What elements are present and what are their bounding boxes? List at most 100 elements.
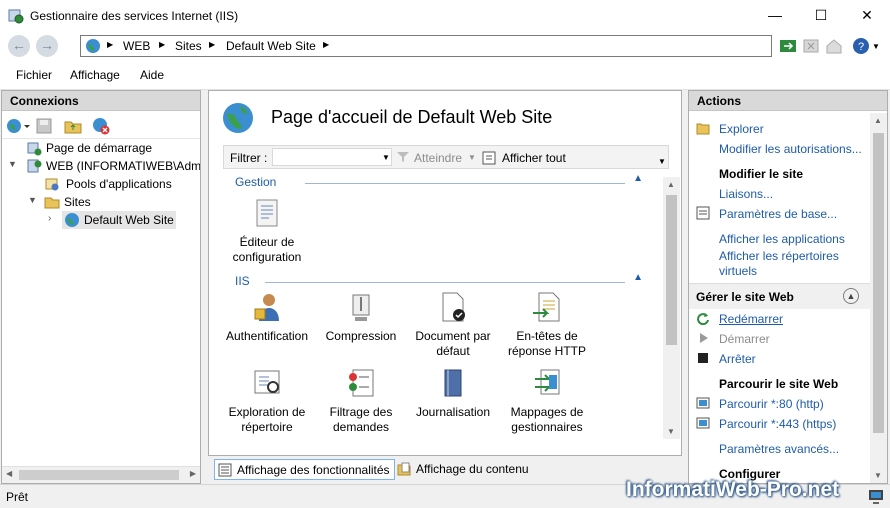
menu-file[interactable]: Fichier bbox=[16, 68, 52, 82]
chevron-up-icon[interactable]: ▲ bbox=[633, 173, 643, 184]
feature-label: Exploration de répertoire bbox=[228, 405, 306, 434]
action-explore[interactable]: Explorer bbox=[719, 122, 764, 136]
feature-compression[interactable]: Compression bbox=[313, 291, 409, 344]
menu-bar: Fichier Affichage Aide bbox=[0, 60, 890, 90]
menu-help[interactable]: Aide bbox=[140, 68, 164, 82]
action-advanced-settings[interactable]: Paramètres avancés... bbox=[719, 442, 839, 456]
filter-input[interactable] bbox=[272, 148, 392, 166]
scroll-right-icon[interactable]: ▶ bbox=[190, 469, 196, 478]
tree-item-app-pools[interactable]: Pools d'applications bbox=[2, 175, 200, 193]
feature-logging[interactable]: Journalisation bbox=[405, 367, 501, 420]
breadcrumb-default-web-site[interactable]: Default Web Site bbox=[226, 39, 316, 53]
chevron-down-icon[interactable]: ▼ bbox=[8, 159, 17, 169]
actions-scrollbar[interactable]: ▲ ▼ bbox=[870, 113, 887, 483]
action-view-applications[interactable]: Afficher les applications bbox=[719, 232, 845, 246]
chevron-down-icon[interactable]: ▼ bbox=[872, 42, 880, 51]
save-icon[interactable] bbox=[36, 118, 52, 134]
scroll-left-icon[interactable]: ◀ bbox=[6, 469, 12, 478]
action-view-virtual-directories[interactable]: Afficher les répertoires bbox=[719, 249, 839, 263]
feature-request-filtering[interactable]: Filtrage des demandes bbox=[313, 367, 409, 435]
group-header-iis[interactable]: IIS ▲ bbox=[235, 272, 643, 288]
scroll-down-icon[interactable]: ▼ bbox=[667, 427, 675, 436]
chevron-right-icon: ▶ bbox=[107, 40, 114, 49]
feature-label: En-têtes de réponse HTTP bbox=[507, 329, 587, 358]
feature-handler-mappings[interactable]: Mappages de gestionnaires bbox=[499, 367, 595, 435]
navigation-bar: ← → ▶ WEB ▶ Sites ▶ Default Web Site ▶ ?… bbox=[0, 32, 890, 60]
feature-directory-browsing[interactable]: Exploration de répertoire bbox=[219, 367, 315, 435]
scroll-up-icon[interactable]: ▲ bbox=[667, 180, 675, 189]
browse-icon bbox=[696, 417, 710, 429]
breadcrumb-web[interactable]: WEB bbox=[123, 39, 150, 53]
show-all-button[interactable]: Afficher tout bbox=[502, 151, 566, 165]
chevron-down-icon[interactable]: ▼ bbox=[468, 153, 476, 162]
forward-button[interactable]: → bbox=[36, 35, 58, 57]
tree-item-label: Pools d'applications bbox=[66, 177, 172, 191]
scroll-thumb[interactable] bbox=[666, 195, 677, 345]
tree-item-start-page[interactable]: Page de démarrage bbox=[2, 139, 200, 157]
section-manage-site[interactable]: Gérer le site Web ▲ bbox=[689, 283, 871, 309]
breadcrumb-sites[interactable]: Sites bbox=[175, 39, 202, 53]
feature-config-editor[interactable]: Éditeur de configuration bbox=[219, 197, 315, 265]
back-button[interactable]: ← bbox=[8, 35, 30, 57]
chevron-right-icon: ▶ bbox=[209, 40, 216, 49]
feature-label: Authentification bbox=[225, 329, 309, 343]
maximize-button[interactable]: ☐ bbox=[798, 0, 844, 32]
close-button[interactable]: ✕ bbox=[844, 0, 890, 32]
feature-default-document[interactable]: Document par défaut bbox=[405, 291, 501, 359]
scroll-thumb[interactable] bbox=[19, 470, 179, 480]
restart-icon bbox=[697, 313, 709, 325]
tree-item-server[interactable]: ▼ WEB (INFORMATIWEB\Admin bbox=[2, 157, 200, 175]
connections-panel: Connexions Page de démarrage ▼ WEB (INFO… bbox=[1, 90, 201, 484]
refresh-icon[interactable] bbox=[779, 37, 797, 55]
vertical-scrollbar[interactable]: ▲ ▼ bbox=[663, 177, 680, 439]
folder-icon bbox=[44, 197, 60, 209]
feature-http-headers[interactable]: En-têtes de réponse HTTP bbox=[499, 291, 595, 359]
menu-view[interactable]: Affichage bbox=[70, 68, 120, 82]
scroll-up-icon[interactable]: ▲ bbox=[874, 116, 882, 125]
minimize-button[interactable]: — bbox=[752, 0, 798, 32]
action-start[interactable]: Démarrer bbox=[719, 332, 770, 346]
action-restart[interactable]: Redémarrer bbox=[719, 312, 783, 326]
scroll-thumb[interactable] bbox=[873, 133, 884, 433]
chevron-up-icon[interactable]: ▲ bbox=[843, 288, 859, 304]
chevron-down-icon[interactable]: ▼ bbox=[382, 153, 390, 162]
tab-label: Affichage des fonctionnalités bbox=[237, 463, 390, 477]
chevron-up-icon[interactable]: ▲ bbox=[633, 272, 643, 283]
go-button[interactable]: Atteindre bbox=[414, 151, 462, 165]
tree-item-default-web-site[interactable]: Default Web Site bbox=[62, 211, 176, 229]
show-all-icon bbox=[482, 151, 496, 165]
feature-label: Journalisation bbox=[415, 405, 491, 419]
actions-panel: Actions Explorer Modifier les autorisati… bbox=[688, 90, 888, 484]
action-basic-settings[interactable]: Paramètres de base... bbox=[719, 207, 837, 221]
stop-icon[interactable] bbox=[802, 37, 820, 55]
chevron-right-icon[interactable]: › bbox=[48, 213, 51, 231]
horizontal-scrollbar[interactable]: ◀ ▶ bbox=[2, 466, 200, 483]
action-browse-443[interactable]: Parcourir *:443 (https) bbox=[719, 417, 836, 431]
home-icon[interactable] bbox=[825, 37, 843, 55]
tab-content-view[interactable]: Affichage du contenu bbox=[394, 459, 533, 480]
tab-features-view[interactable]: Affichage des fonctionnalités bbox=[214, 459, 395, 480]
action-stop[interactable]: Arrêter bbox=[719, 352, 756, 366]
scroll-down-icon[interactable]: ▼ bbox=[874, 471, 882, 480]
section-browse-site-title: Parcourir le site Web bbox=[719, 377, 839, 391]
group-header-management[interactable]: Gestion ▲ bbox=[235, 173, 643, 189]
chevron-down-icon[interactable]: ▼ bbox=[28, 195, 37, 205]
logging-icon bbox=[444, 369, 462, 397]
feature-label: Document par défaut bbox=[415, 329, 491, 358]
action-browse-80[interactable]: Parcourir *:80 (http) bbox=[719, 397, 824, 411]
tree-item-label: WEB (INFORMATIWEB\Admin bbox=[46, 159, 200, 173]
feature-authentication[interactable]: Authentification bbox=[219, 291, 315, 344]
filter-more-icon[interactable]: ▼ bbox=[656, 145, 668, 169]
action-bindings[interactable]: Liaisons... bbox=[719, 187, 773, 201]
action-view-virtual-directories-cont[interactable]: virtuels bbox=[719, 264, 757, 278]
address-bar[interactable]: ▶ WEB ▶ Sites ▶ Default Web Site ▶ bbox=[80, 35, 772, 57]
features-panel: Page d'accueil de Default Web Site Filtr… bbox=[208, 90, 682, 456]
connect-icon[interactable] bbox=[6, 117, 30, 135]
disconnect-icon[interactable] bbox=[92, 117, 110, 135]
tree-item-label: Page de démarrage bbox=[46, 141, 153, 155]
handler-mappings-icon bbox=[535, 369, 560, 395]
action-edit-permissions[interactable]: Modifier les autorisations... bbox=[719, 142, 862, 156]
tree-item-sites[interactable]: ▼ Sites bbox=[2, 193, 200, 211]
up-folder-icon[interactable] bbox=[64, 118, 82, 134]
help-icon[interactable]: ? bbox=[852, 37, 870, 55]
